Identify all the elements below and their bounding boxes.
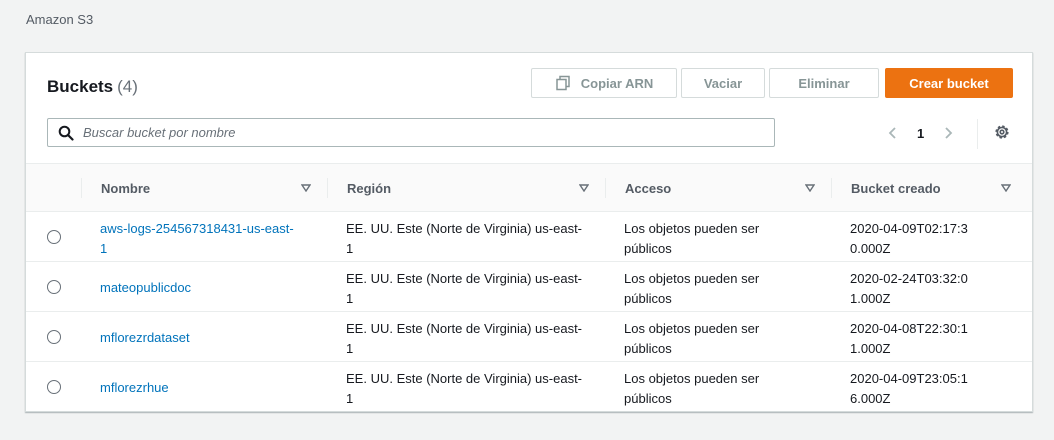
column-name-label: Nombre [101, 180, 151, 196]
region-cell: EE. UU. Este (Norte de Virginia) us-east… [346, 221, 583, 256]
bucket-link[interactable]: mflorezrhue [100, 380, 169, 395]
column-header-region[interactable]: Región [347, 164, 605, 212]
bucket-link[interactable]: mflorezrdataset [100, 330, 190, 345]
row-select-radio[interactable] [47, 380, 61, 394]
breadcrumb[interactable]: Amazon S3 [26, 12, 93, 27]
row-select-radio[interactable] [47, 230, 61, 244]
access-cell: Los objetos pueden ser públicos [624, 221, 760, 256]
bucket-name-cell: aws-logs-254567318431-us-east-1 [100, 219, 300, 259]
caret-down-icon [301, 184, 311, 192]
table-row: mflorezrhue EE. UU. Este (Norte de Virgi… [26, 362, 1032, 412]
pager-divider [977, 119, 978, 149]
caret-down-icon [1001, 184, 1011, 192]
region-cell: EE. UU. Este (Norte de Virginia) us-east… [346, 271, 583, 306]
bucket-link[interactable]: aws-logs-254567318431-us-east-1 [100, 221, 294, 256]
table-row: mflorezrdataset EE. UU. Este (Norte de V… [26, 312, 1032, 362]
caret-down-icon [579, 184, 589, 192]
gear-icon[interactable] [993, 123, 1011, 141]
column-header-name[interactable]: Nombre [101, 164, 327, 212]
delete-label: Eliminar [798, 75, 850, 91]
column-created-label: Bucket creado [851, 180, 941, 196]
row-select-radio[interactable] [47, 280, 61, 294]
page-number[interactable]: 1 [917, 126, 924, 141]
region-cell: EE. UU. Este (Norte de Virginia) us-east… [346, 321, 583, 356]
pagination: 1 [886, 119, 955, 147]
created-cell: 2020-04-08T22:30:11.000Z [850, 321, 968, 356]
column-region-label: Región [347, 180, 392, 196]
created-cell: 2020-04-09T23:05:16.000Z [850, 371, 968, 406]
empty-button[interactable]: Vaciar [681, 68, 765, 98]
access-cell: Los objetos pueden ser públicos [624, 321, 760, 356]
create-bucket-button[interactable]: Crear bucket [885, 68, 1013, 98]
copy-arn-button[interactable]: Copiar ARN [531, 68, 677, 98]
access-cell: Los objetos pueden ser públicos [624, 371, 760, 406]
column-separator [327, 178, 328, 198]
bucket-link[interactable]: mateopublicdoc [100, 280, 191, 295]
panel-title-text: Buckets [47, 77, 114, 96]
table-header: Nombre Región Acceso Bucket creado [26, 163, 1032, 212]
bucket-name-cell: mflorezrhue [100, 378, 300, 398]
created-cell: 2020-02-24T03:32:01.000Z [850, 271, 968, 306]
search-box [47, 118, 775, 147]
copy-icon [556, 75, 570, 91]
bucket-name-cell: mateopublicdoc [100, 278, 300, 298]
region-cell: EE. UU. Este (Norte de Virginia) us-east… [346, 371, 583, 406]
caret-down-icon [805, 184, 815, 192]
copy-arn-label: Copiar ARN [580, 75, 654, 91]
delete-button[interactable]: Eliminar [769, 68, 879, 98]
chevron-left-icon[interactable] [886, 126, 900, 140]
table-row: mateopublicdoc EE. UU. Este (Norte de Vi… [26, 262, 1032, 312]
created-cell: 2020-04-09T02:17:30.000Z [850, 221, 968, 256]
buckets-panel: Buckets (4) Copiar ARN Vaciar Eliminar Cr… [25, 52, 1033, 412]
search-input[interactable] [83, 120, 774, 145]
empty-label: Vaciar [703, 75, 743, 91]
bucket-count: (4) [117, 77, 138, 96]
search-icon [58, 125, 74, 141]
table-row: aws-logs-254567318431-us-east-1 EE. UU. … [26, 212, 1032, 262]
column-separator [831, 178, 832, 198]
column-separator [81, 178, 82, 198]
buckets-table: Nombre Región Acceso Bucket creado aws-l… [26, 163, 1032, 412]
bucket-name-cell: mflorezrdataset [100, 328, 300, 348]
create-bucket-label: Crear bucket [909, 75, 989, 91]
column-header-access[interactable]: Acceso [625, 164, 831, 212]
chevron-right-icon[interactable] [941, 126, 955, 140]
column-access-label: Acceso [625, 180, 672, 196]
row-select-radio[interactable] [47, 330, 61, 344]
column-separator [605, 178, 606, 198]
page-title: Buckets (4) [47, 77, 138, 97]
access-cell: Los objetos pueden ser públicos [624, 271, 760, 306]
column-header-created[interactable]: Bucket creado [851, 164, 1027, 212]
